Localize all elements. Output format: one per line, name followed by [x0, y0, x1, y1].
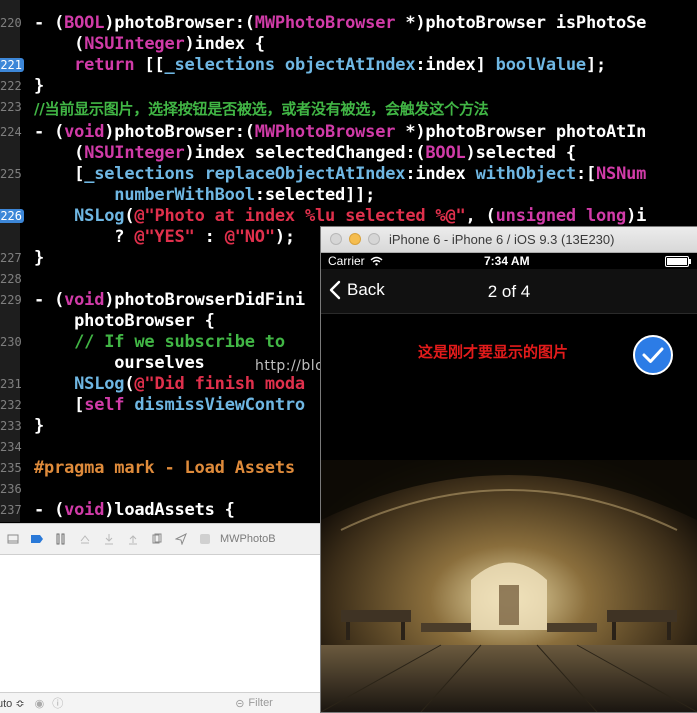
code-line[interactable]: } — [34, 76, 44, 97]
line-number: 223 — [0, 100, 22, 114]
ios-status-bar: Carrier 7:34 AM — [321, 253, 697, 269]
line-number: 225 — [0, 167, 22, 181]
line-number: 236 — [0, 482, 22, 496]
window-title: iPhone 6 - iPhone 6 / iOS 9.3 (13E230) — [389, 232, 615, 247]
selected-checkmark-button[interactable] — [633, 335, 673, 375]
app-target-icon — [194, 528, 216, 550]
line-number: 220 — [0, 16, 22, 30]
carrier-text: Carrier — [328, 254, 365, 268]
breakpoint-line-number[interactable]: 226 — [0, 209, 24, 223]
battery-icon — [665, 256, 691, 267]
view-hierarchy-icon[interactable] — [146, 528, 168, 550]
code-line[interactable]: } — [34, 416, 44, 437]
code-line[interactable]: - (BOOL)photoBrowser:(MWPhotoBrowser *)p… — [34, 13, 646, 34]
console-bottom-bar: uto ≎ ◉ ⓘ ⊝ Filter — [0, 692, 322, 713]
breakpoints-toggle-icon[interactable] — [26, 528, 48, 550]
step-into-icon[interactable] — [98, 528, 120, 550]
line-number: 234 — [0, 440, 22, 454]
info-icon[interactable]: ⓘ — [52, 695, 63, 711]
step-over-icon[interactable] — [74, 528, 96, 550]
filter-icon: ⊝ — [235, 697, 245, 710]
simulate-location-icon[interactable] — [170, 528, 192, 550]
code-line[interactable]: NSLog(@"Did finish moda — [34, 374, 305, 395]
code-line[interactable]: //当前显示图片，选择按钮是否被选，或者没有被选，会触发这个方法 — [34, 99, 489, 120]
line-number: 233 — [0, 419, 22, 433]
code-line[interactable]: (NSUInteger)index { — [34, 34, 265, 55]
line-number: 231 — [0, 377, 22, 391]
simulator-window[interactable]: iPhone 6 - iPhone 6 / iOS 9.3 (13E230) C… — [321, 227, 697, 712]
navigation-bar: Back 2 of 4 — [321, 269, 697, 314]
line-number: 235 — [0, 461, 22, 475]
pause-icon[interactable] — [50, 528, 72, 550]
debug-target-label[interactable]: MWPhotoB — [220, 533, 276, 545]
code-line[interactable]: return [[_selections objectAtIndex:index… — [34, 55, 606, 76]
line-number: 227 — [0, 251, 22, 265]
line-number: 222 — [0, 79, 22, 93]
crypt-photo[interactable] — [321, 460, 697, 712]
line-number-gutter[interactable]: 220 221 222 223 224 225 226 227 228 229 … — [0, 0, 24, 522]
code-line[interactable]: - (void)photoBrowserDidFini — [34, 290, 305, 311]
code-line[interactable]: ? @"YES" : @"NO"); — [34, 227, 295, 248]
breakpoint-line-number[interactable]: 221 — [0, 58, 24, 72]
line-number: 237 — [0, 503, 22, 517]
code-line[interactable]: } — [34, 248, 44, 269]
photo-caption: 这是刚才要显示的图片 — [418, 343, 569, 361]
checkmark-icon — [642, 347, 664, 363]
code-line[interactable]: photoBrowser { — [34, 311, 215, 332]
code-line[interactable]: numberWithBool:selected]]; — [34, 185, 375, 206]
code-line[interactable]: // If we subscribe to — [34, 332, 295, 353]
line-number: 224 — [0, 125, 22, 139]
carrier-label: Carrier — [328, 254, 383, 268]
line-number: 228 — [0, 272, 22, 286]
debug-bar: MWPhotoB — [0, 523, 322, 555]
line-number: 230 — [0, 335, 22, 349]
filter-field[interactable]: ⊝ Filter — [235, 697, 273, 710]
code-line[interactable]: [_selections replaceObjectAtIndex:index … — [34, 164, 646, 185]
variables-scope-select[interactable]: uto ≎ — [0, 697, 25, 710]
minimize-window-button[interactable] — [349, 233, 361, 245]
status-time: 7:34 AM — [484, 254, 530, 268]
code-line[interactable]: - (void)photoBrowser:(MWPhotoBrowser *)p… — [34, 122, 646, 143]
code-line[interactable]: #pragma mark - Load Assets — [34, 458, 295, 479]
eye-icon[interactable]: ◉ — [35, 697, 45, 710]
wifi-icon — [370, 256, 383, 266]
step-out-icon[interactable] — [122, 528, 144, 550]
filter-placeholder: Filter — [248, 697, 273, 709]
zoom-window-button[interactable] — [368, 233, 380, 245]
photo-browser-area[interactable]: 这是刚才要显示的图片 — [321, 314, 697, 712]
line-number: 229 — [0, 293, 22, 307]
code-line[interactable]: (NSUInteger)index selectedChanged:(BOOL)… — [34, 143, 576, 164]
simulator-title-bar[interactable]: iPhone 6 - iPhone 6 / iOS 9.3 (13E230) — [321, 227, 697, 253]
close-window-button[interactable] — [330, 233, 342, 245]
code-line[interactable]: - (void)loadAssets { — [34, 500, 235, 521]
hide-debug-area-icon[interactable] — [2, 528, 24, 550]
line-number: 232 — [0, 398, 22, 412]
nav-title: 2 of 4 — [487, 282, 531, 301]
code-line[interactable]: [self dismissViewContro — [34, 395, 305, 416]
debug-console[interactable] — [0, 555, 322, 692]
code-line[interactable]: NSLog(@"Photo at index %lu selected %@",… — [34, 206, 646, 227]
code-line[interactable]: ourselves — [34, 353, 205, 374]
